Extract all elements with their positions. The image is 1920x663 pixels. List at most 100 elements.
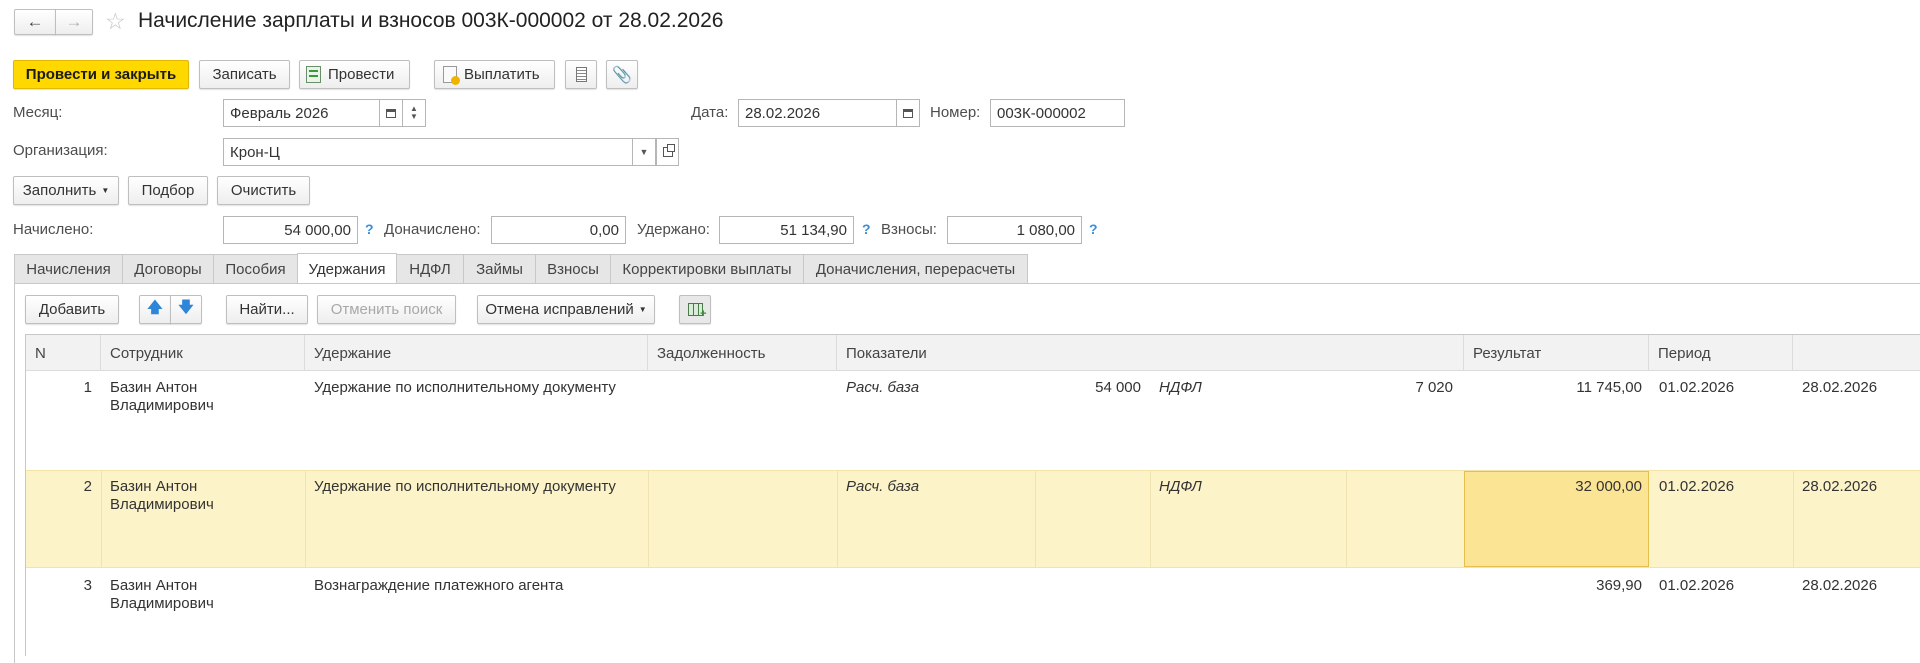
- period-end: 28.02.2026: [1802, 577, 1878, 594]
- employee-name: Базин Антон: [110, 478, 198, 495]
- tab-payment-corrections[interactable]: Корректировки выплаты: [610, 254, 804, 283]
- tab-benefits[interactable]: Пособия: [213, 254, 298, 283]
- attach-button[interactable]: 📎: [606, 60, 638, 89]
- chevron-down-icon: ▼: [101, 186, 110, 195]
- back-button[interactable]: ←: [14, 9, 56, 35]
- page-title: Начисление зарплаты и взносов 003К-00000…: [138, 9, 724, 32]
- col-header-result[interactable]: Результат: [1464, 335, 1649, 371]
- chevron-down-icon: ▼: [639, 147, 649, 157]
- period-start: 01.02.2026: [1659, 379, 1735, 396]
- result-value: 32 000,00: [1575, 478, 1642, 495]
- forward-button[interactable]: →: [55, 9, 93, 35]
- star-icon[interactable]: ☆: [105, 8, 126, 35]
- col-header-employee[interactable]: Сотрудник: [101, 335, 305, 371]
- contributions-label: Взносы:: [881, 221, 937, 238]
- col-header-period-end[interactable]: [1793, 335, 1920, 371]
- cancel-search-button[interactable]: Отменить поиск: [317, 295, 456, 324]
- col-header-debt[interactable]: Задолженность: [648, 335, 837, 371]
- number-label: Номер:: [930, 104, 981, 121]
- date-field[interactable]: 28.02.2026: [738, 99, 897, 127]
- period-start: 01.02.2026: [1659, 577, 1735, 594]
- indicator-2-name: НДФЛ: [1159, 379, 1202, 396]
- post-and-close-button[interactable]: Провести и закрыть: [13, 60, 189, 89]
- col-header-period[interactable]: Период: [1649, 335, 1793, 371]
- open-link-icon: [662, 144, 675, 157]
- cancel-corrections-button[interactable]: Отмена исправлений ▼: [477, 295, 655, 324]
- period-end: 28.02.2026: [1802, 379, 1878, 396]
- indicator-1-name: Расч. база: [846, 478, 920, 495]
- select-button[interactable]: Подбор: [128, 176, 208, 205]
- move-up-button[interactable]: 🡅: [139, 295, 171, 324]
- tab-deductions[interactable]: Удержания: [297, 253, 397, 284]
- arrow-left-icon: ←: [26, 12, 44, 31]
- date-label: Дата:: [691, 104, 729, 121]
- tab-recalculations[interactable]: Доначисления, перерасчеты: [803, 254, 1028, 283]
- calendar-icon: [903, 108, 913, 118]
- month-stepper[interactable]: ▲ ▼: [402, 99, 426, 127]
- organization-dropdown-button[interactable]: ▼: [632, 138, 656, 166]
- help-icon[interactable]: ?: [862, 221, 871, 237]
- accrued-label: Начислено:: [13, 221, 94, 238]
- move-down-button[interactable]: 🡇: [170, 295, 202, 324]
- indicator-2-name: НДФЛ: [1159, 478, 1202, 495]
- col-header-indicators[interactable]: Показатели: [837, 335, 1464, 371]
- extra-accrued-field: 0,00: [491, 216, 626, 244]
- col-header-n[interactable]: N: [26, 335, 101, 371]
- table-settings-button[interactable]: +: [679, 295, 711, 324]
- month-label: Месяц:: [13, 104, 63, 121]
- row-number: 1: [83, 379, 92, 396]
- list-button[interactable]: [565, 60, 597, 89]
- row-divider: [648, 471, 649, 567]
- fill-button[interactable]: Заполнить ▼: [13, 176, 119, 205]
- find-button[interactable]: Найти...: [226, 295, 308, 324]
- fill-button-label: Заполнить: [22, 182, 97, 199]
- arrow-down-icon: 🡇: [178, 299, 194, 316]
- arrow-right-icon: →: [65, 12, 83, 31]
- add-row-button[interactable]: Добавить: [25, 295, 119, 324]
- row-divider: [1346, 471, 1347, 567]
- pay-doc-icon: [443, 66, 460, 85]
- date-calendar-button[interactable]: [896, 99, 920, 127]
- post-button[interactable]: Провести: [299, 60, 410, 89]
- employee-name: Базин Антон: [110, 577, 198, 594]
- organization-open-button[interactable]: [656, 138, 679, 166]
- accrued-field: 54 000,00: [223, 216, 358, 244]
- help-icon[interactable]: ?: [365, 221, 374, 237]
- employee-name-line2: Владимирович: [110, 397, 214, 414]
- tab-ndfl[interactable]: НДФЛ: [396, 254, 464, 283]
- indicator-2-value: 7 020: [1415, 379, 1453, 396]
- organization-label: Организация:: [13, 142, 108, 159]
- tab-contracts[interactable]: Договоры: [122, 254, 214, 283]
- deduction-type: Вознаграждение платежного агента: [314, 577, 564, 594]
- paperclip-icon: 📎: [612, 66, 632, 84]
- month-field[interactable]: Февраль 2026: [223, 99, 380, 127]
- deduction-type: Удержание по исполнительному документу: [314, 478, 616, 495]
- post-doc-icon: [306, 66, 321, 83]
- clear-button[interactable]: Очистить: [217, 176, 310, 205]
- result-value: 369,90: [1596, 577, 1642, 594]
- result-value: 11 745,00: [1576, 379, 1642, 396]
- tab-loans[interactable]: Займы: [463, 254, 536, 283]
- month-calendar-button[interactable]: [379, 99, 403, 127]
- pay-button[interactable]: Выплатить: [434, 60, 555, 89]
- cancel-corrections-label: Отмена исправлений: [485, 301, 634, 318]
- row-divider: [837, 471, 838, 567]
- row-divider: [1793, 471, 1794, 567]
- number-field[interactable]: 003К-000002: [990, 99, 1125, 127]
- indicator-1-name: Расч. база: [846, 379, 920, 396]
- extra-accrued-label: Доначислено:: [384, 221, 481, 238]
- employee-name-line2: Владимирович: [110, 595, 214, 612]
- deduction-type: Удержание по исполнительному документу: [314, 379, 616, 396]
- post-button-label: Провести: [328, 66, 395, 83]
- help-icon[interactable]: ?: [1089, 221, 1098, 237]
- organization-field[interactable]: Крон-Ц: [223, 138, 633, 166]
- contributions-field: 1 080,00: [947, 216, 1082, 244]
- tab-accruals[interactable]: Начисления: [14, 254, 123, 283]
- row-number: 3: [83, 577, 92, 594]
- tab-contributions[interactable]: Взносы: [535, 254, 611, 283]
- save-button[interactable]: Записать: [199, 60, 290, 89]
- period-end: 28.02.2026: [1802, 478, 1878, 495]
- withheld-field: 51 134,90: [719, 216, 854, 244]
- col-header-deduction[interactable]: Удержание: [305, 335, 648, 371]
- chevron-down-icon[interactable]: ▼: [410, 113, 418, 121]
